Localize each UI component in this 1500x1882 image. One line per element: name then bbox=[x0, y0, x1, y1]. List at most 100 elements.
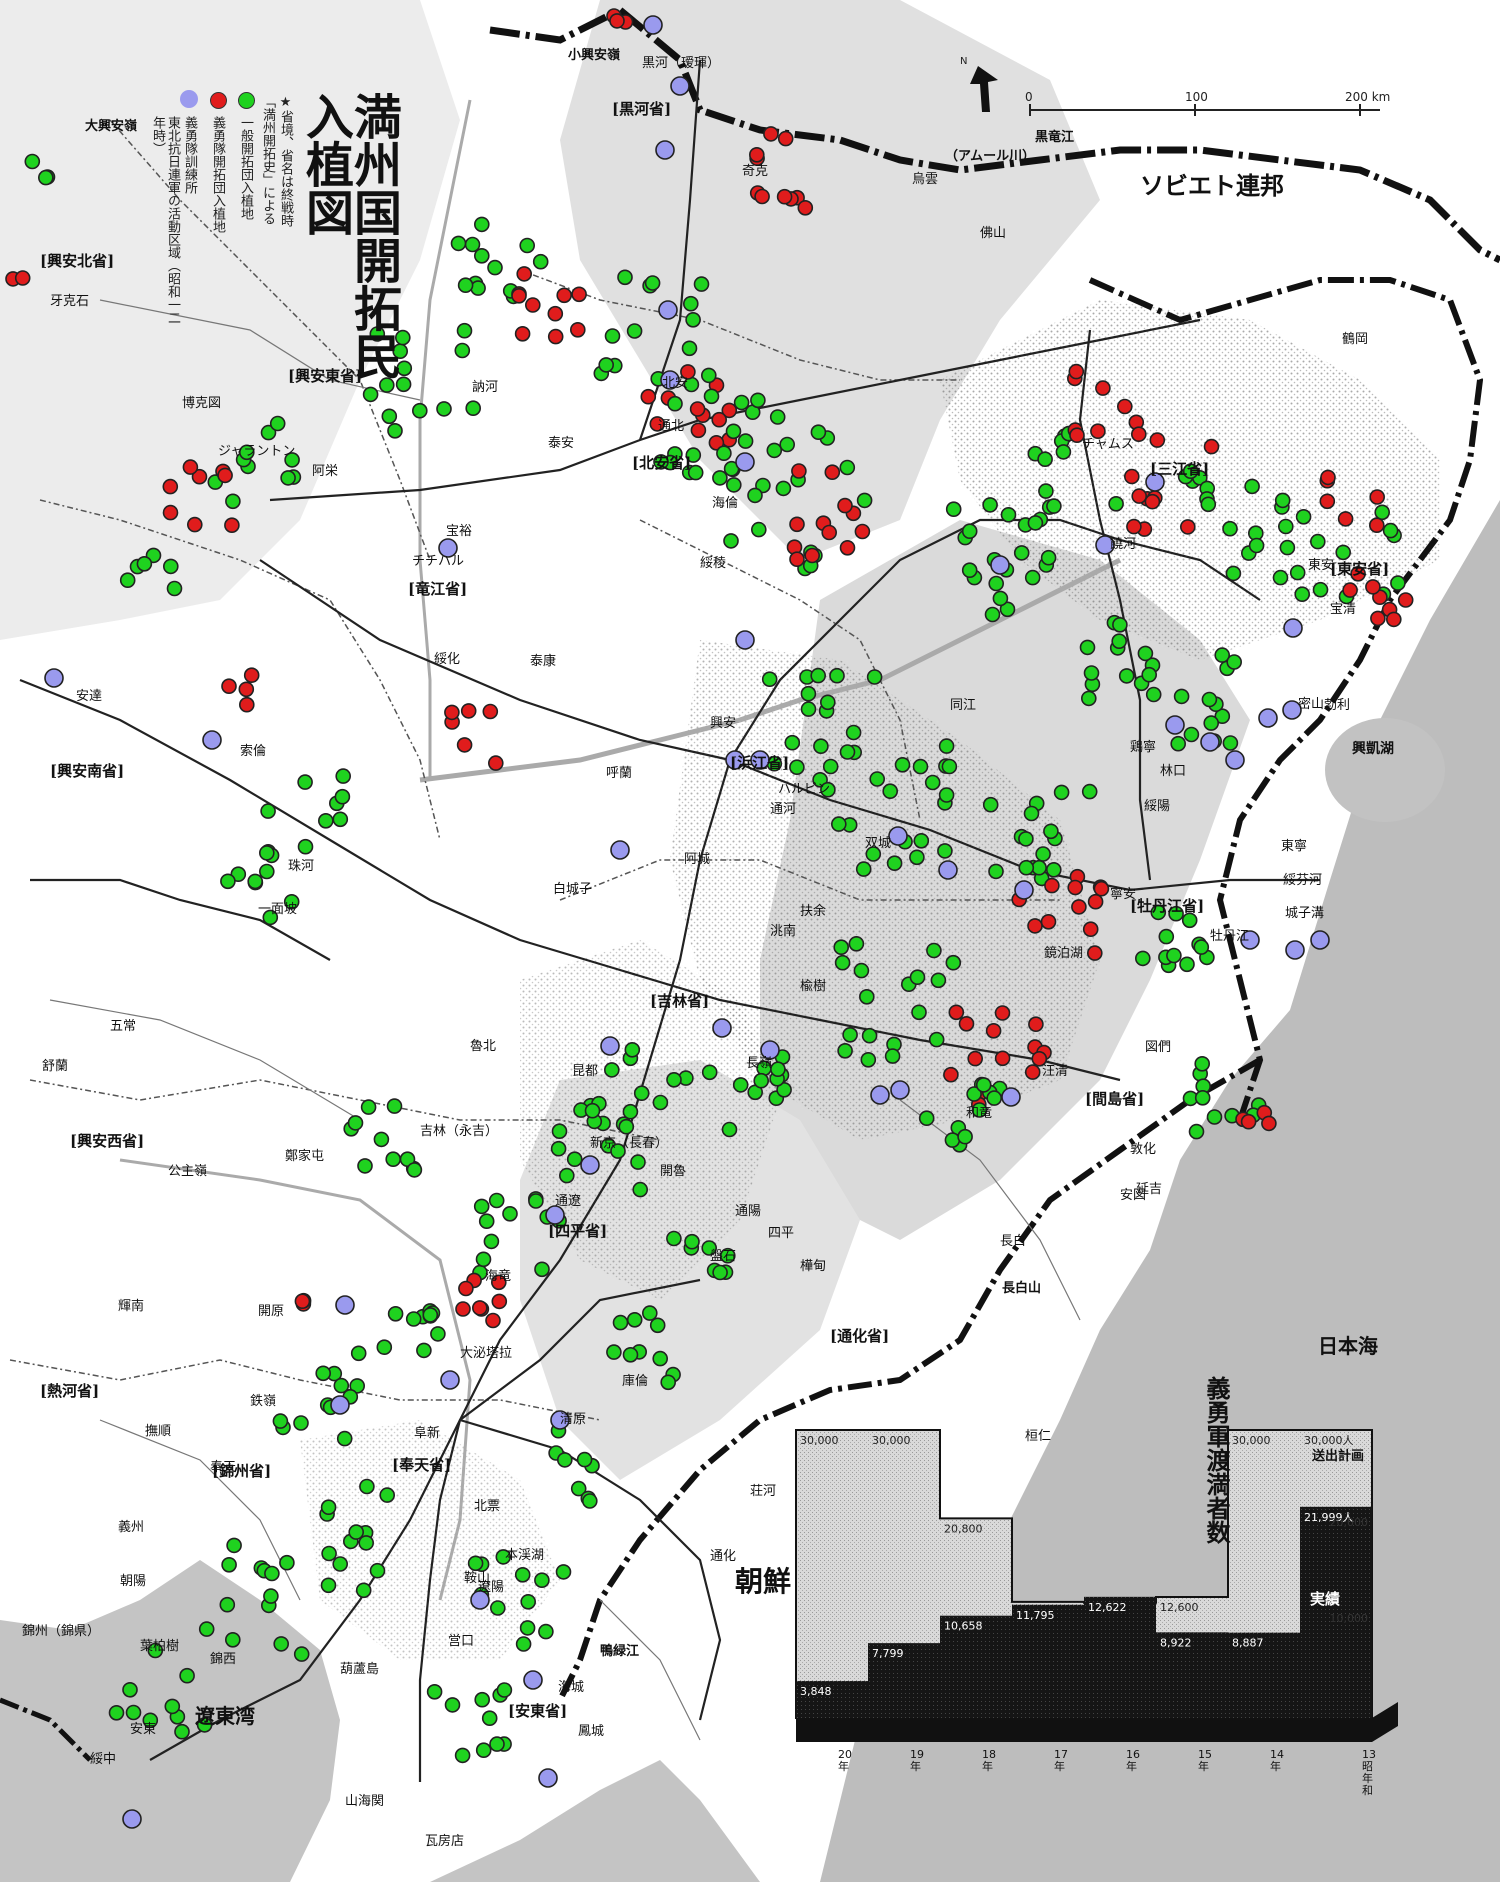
volunteer-settlement-dot bbox=[1071, 899, 1087, 915]
general-settlement-dot bbox=[860, 1052, 877, 1068]
khanka-lake bbox=[1325, 718, 1445, 822]
general-settlement-dot bbox=[1201, 691, 1218, 708]
general-settlement-dot bbox=[317, 812, 334, 829]
volunteer-settlement-dot bbox=[547, 328, 564, 345]
general-settlement-dot bbox=[1158, 928, 1175, 945]
general-settlement-dot bbox=[550, 1140, 567, 1157]
training-camp-dot bbox=[735, 452, 755, 472]
city-label: 烏雲 bbox=[912, 172, 939, 187]
volunteer-settlement-dot bbox=[1369, 517, 1385, 534]
city-label: 撫順 bbox=[145, 1424, 172, 1439]
city-label: 泰安 bbox=[548, 436, 575, 451]
general-settlement-dot bbox=[733, 394, 750, 411]
volunteer-settlement-dot bbox=[1131, 488, 1147, 504]
general-settlement-dot bbox=[279, 1554, 295, 1571]
city-label: 海城 bbox=[558, 1680, 585, 1695]
general-settlement-dot bbox=[761, 671, 778, 688]
general-settlement-dot bbox=[379, 1487, 396, 1503]
province-label: [興安東省] bbox=[288, 367, 363, 385]
volunteer-settlement-dot bbox=[1093, 880, 1110, 897]
general-settlement-dot bbox=[358, 1535, 375, 1551]
general-settlement-dot bbox=[1018, 831, 1034, 847]
general-settlement-dot bbox=[1166, 947, 1182, 964]
training-camp-dot bbox=[1165, 715, 1185, 735]
general-settlement-dot bbox=[357, 1158, 373, 1174]
volunteer-settlement-dot bbox=[456, 737, 473, 753]
city-label: 白城子 bbox=[553, 882, 593, 897]
general-settlement-dot bbox=[470, 280, 486, 296]
general-settlement-dot bbox=[532, 253, 549, 270]
plan-value-label: 30,000 bbox=[800, 1434, 839, 1447]
general-settlement-dot bbox=[1188, 1123, 1205, 1140]
general-settlement-dot bbox=[1023, 805, 1040, 822]
general-settlement-dot bbox=[652, 1350, 669, 1367]
general-settlement-dot bbox=[853, 962, 870, 979]
city-label: 綏芬河 bbox=[1283, 873, 1323, 888]
general-settlement-dot bbox=[474, 1691, 491, 1708]
general-settlement-dot bbox=[369, 1562, 386, 1579]
city-label: 海竜 bbox=[485, 1269, 512, 1284]
scale-bar bbox=[1029, 104, 1380, 116]
general-settlement-dot bbox=[350, 1345, 367, 1362]
general-settlement-dot bbox=[712, 470, 728, 486]
city-label: 樺甸 bbox=[800, 1259, 827, 1274]
volunteer-settlement-dot bbox=[854, 523, 871, 540]
city-label: 長白 bbox=[1000, 1234, 1027, 1249]
city-label: チャムス bbox=[1082, 437, 1134, 452]
general-settlement-dot bbox=[258, 845, 275, 861]
general-settlement-dot bbox=[633, 1085, 650, 1101]
general-settlement-dot bbox=[293, 1646, 310, 1662]
training-camp-dot bbox=[580, 1155, 600, 1175]
general-settlement-dot bbox=[528, 1193, 544, 1209]
general-settlement-dot bbox=[716, 445, 732, 462]
general-settlement-dot bbox=[566, 1151, 583, 1167]
general-settlement-dot bbox=[359, 1478, 375, 1495]
general-settlement-dot bbox=[534, 1572, 550, 1588]
general-settlement-dot bbox=[478, 1213, 495, 1229]
general-settlement-dot bbox=[297, 774, 313, 790]
city-label: 阿城 bbox=[684, 852, 711, 867]
general-settlement-dot bbox=[622, 1103, 639, 1120]
city-label: 海倫 bbox=[712, 496, 739, 511]
general-settlement-dot bbox=[576, 1451, 593, 1468]
general-settlement-dot bbox=[332, 1556, 349, 1572]
general-settlement-dot bbox=[164, 1698, 181, 1715]
general-settlement-dot bbox=[1040, 549, 1057, 566]
city-label: 饒河 bbox=[1110, 537, 1137, 552]
volunteer-settlement-dot bbox=[491, 1293, 508, 1310]
general-settlement-dot bbox=[1118, 668, 1135, 684]
city-label: 公主嶺 bbox=[168, 1164, 208, 1179]
general-settlement-dot bbox=[700, 367, 717, 384]
city-label: 泰康 bbox=[530, 654, 557, 669]
volunteer-settlement-dot bbox=[1124, 468, 1140, 485]
volunteer-settlement-dot bbox=[776, 188, 793, 205]
city-label: 北安 bbox=[662, 376, 689, 391]
general-settlement-dot bbox=[456, 322, 473, 339]
volunteer-settlement-dot bbox=[524, 297, 541, 313]
city-label: 鶏寧 bbox=[1130, 740, 1157, 755]
general-settlement-dot bbox=[321, 1545, 337, 1562]
category-label: 年 bbox=[1198, 1759, 1209, 1773]
city-label: 鏡泊湖 bbox=[1044, 946, 1084, 961]
city-label: 延吉 bbox=[1136, 1182, 1163, 1197]
training-camp-dot bbox=[870, 1085, 890, 1105]
general-settlement-dot bbox=[405, 1311, 422, 1327]
city-label: 林口 bbox=[1160, 764, 1187, 779]
general-settlement-dot bbox=[1390, 575, 1406, 591]
general-settlement-dot bbox=[1141, 666, 1157, 683]
general-settlement-dot bbox=[829, 667, 845, 684]
general-settlement-dot bbox=[454, 342, 471, 359]
province-label: [吉林省] bbox=[650, 992, 710, 1010]
general-settlement-dot bbox=[652, 1094, 669, 1111]
volunteer-settlement-dot bbox=[609, 13, 625, 29]
volunteer-settlement-dot bbox=[777, 130, 794, 147]
general-settlement-dot bbox=[644, 275, 661, 291]
city-label: 本渓湖 bbox=[505, 1548, 545, 1563]
training-camp-dot bbox=[44, 668, 64, 688]
training-camp-dot bbox=[1285, 940, 1305, 960]
volunteer-settlement-dot bbox=[455, 1301, 471, 1317]
scale-200: 200 km bbox=[1345, 90, 1391, 104]
province-label: [興安北省] bbox=[40, 252, 115, 270]
city-label: 訥河 bbox=[472, 380, 499, 395]
city-label: 綏稜 bbox=[700, 556, 727, 571]
